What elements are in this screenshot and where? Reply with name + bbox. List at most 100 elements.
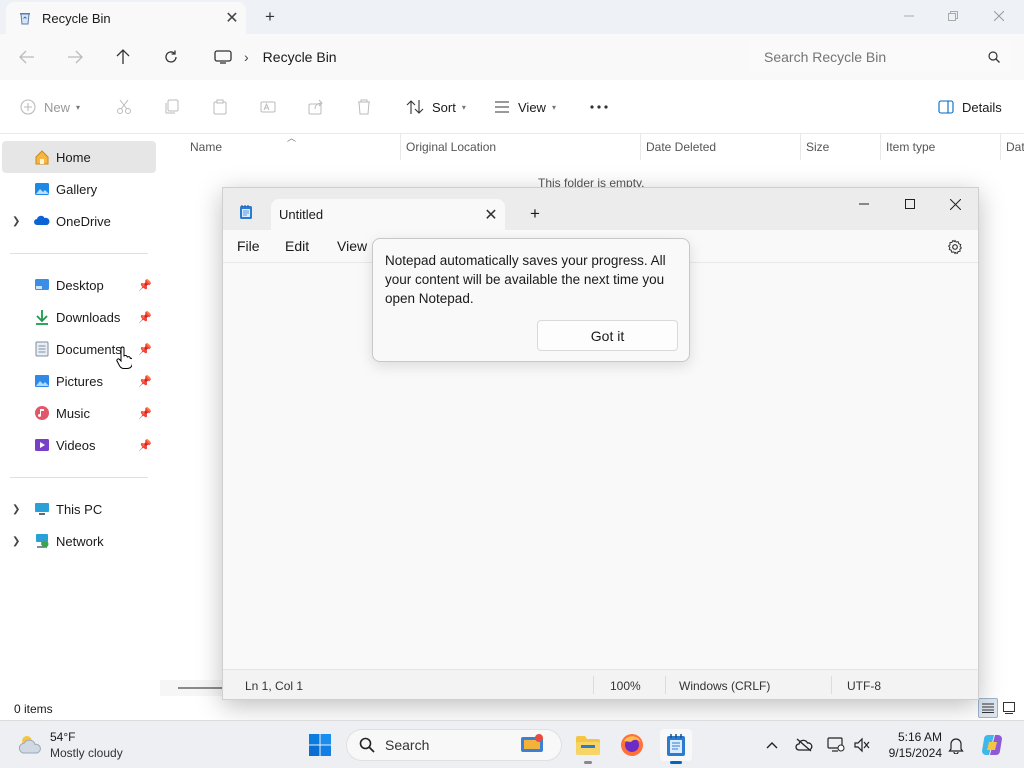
notepad-icon [667,734,685,756]
close-window-button[interactable] [932,190,978,218]
rename-button[interactable] [260,94,276,120]
tray-onedrive[interactable] [794,735,814,755]
minimize-button[interactable] [841,190,887,218]
close-tab-icon[interactable]: ✕ [477,205,505,225]
sidebar-divider [10,477,148,478]
taskbar-search[interactable]: Search [346,729,562,761]
menu-view[interactable]: View [337,238,367,254]
minimize-button[interactable] [886,4,932,28]
explorer-navbar: › Recycle Bin [0,34,1024,80]
tiles-view-button[interactable] [999,698,1019,718]
copilot-icon [982,735,1002,755]
restore-button[interactable] [930,4,976,28]
sidebar-item-downloads[interactable]: Downloads 📌 [2,301,156,333]
pin-icon[interactable]: 📌 [138,439,152,452]
notepad-statusbar: Ln 1, Col 1 100% Windows (CRLF) UTF-8 [223,669,978,699]
sidebar-item-onedrive[interactable]: ❯ OneDrive [2,205,156,237]
column-header-date-deleted[interactable]: Date Deleted [640,134,800,160]
start-button[interactable] [304,729,336,761]
pin-icon[interactable]: 📌 [138,375,152,388]
new-button[interactable]: New ▾ [20,94,80,120]
item-count: 0 items [14,702,53,716]
taskbar-notepad[interactable] [660,729,692,764]
search-input[interactable] [764,49,988,65]
refresh-button[interactable] [157,44,185,70]
sidebar-item-label: Home [56,149,91,165]
weather-temperature[interactable]: 54°F [50,730,75,744]
chevron-right-icon[interactable]: ❯ [12,216,20,227]
cut-button[interactable] [116,94,132,120]
paste-button[interactable] [212,94,228,120]
clock-date[interactable]: 9/15/2024 [884,746,942,760]
maximize-button[interactable] [887,190,933,218]
notifications-button[interactable] [946,735,966,755]
share-button[interactable] [308,94,324,120]
sidebar-item-label: Videos [56,437,96,453]
tray-volume[interactable] [852,735,872,755]
forward-button[interactable] [61,44,89,70]
chevron-right-icon[interactable]: ❯ [12,504,20,515]
sidebar-item-label: Downloads [56,309,121,325]
line-ending[interactable]: Windows (CRLF) [679,679,770,693]
cursor-position: Ln 1, Col 1 [245,679,304,693]
sidebar-item-gallery[interactable]: Gallery [2,173,156,205]
more-options-button[interactable] [590,94,608,120]
settings-button[interactable] [945,237,965,257]
taskbar: 54°F Mostly cloudy Search 5:16 AM 9/15/2… [0,720,1024,768]
weather-description[interactable]: Mostly cloudy [50,746,123,760]
gallery-icon [35,183,49,195]
explorer-tab[interactable]: Recycle Bin ✕ [6,2,246,34]
encoding[interactable]: UTF-8 [847,679,881,693]
search-box[interactable] [748,41,1012,73]
breadcrumb[interactable]: Recycle Bin [263,49,337,65]
notepad-tab[interactable]: Untitled ✕ [271,199,505,230]
new-tab-button[interactable]: + [523,202,547,226]
column-header-date[interactable]: Dat [1000,134,1024,160]
copy-button[interactable] [164,94,180,120]
close-tab-icon[interactable]: ✕ [218,8,246,28]
pin-icon[interactable]: 📌 [138,311,152,324]
close-window-button[interactable] [976,4,1022,28]
sidebar-item-pictures[interactable]: Pictures 📌 [2,365,156,397]
horizontal-scrollbar[interactable] [160,680,222,696]
partly-cloudy-icon[interactable] [16,732,44,756]
taskbar-file-explorer[interactable] [572,729,604,764]
got-it-button[interactable]: Got it [537,320,678,351]
address-bar[interactable]: › Recycle Bin [202,41,738,73]
scrollbar-thumb[interactable] [178,687,222,689]
clock-time[interactable]: 5:16 AM [896,730,942,744]
up-button[interactable] [109,44,137,70]
sidebar-item-this-pc[interactable]: ❯ This PC [2,493,156,525]
details-view-button[interactable] [978,698,998,718]
pin-icon[interactable]: 📌 [138,343,152,356]
copilot-button[interactable] [980,733,1004,757]
column-label: Date Deleted [646,140,717,154]
sidebar-item-desktop[interactable]: Desktop 📌 [2,269,156,301]
sort-button[interactable]: Sort ▾ [406,94,466,120]
sidebar-item-videos[interactable]: Videos 📌 [2,429,156,461]
taskbar-firefox[interactable] [616,729,648,761]
column-header-original-location[interactable]: Original Location [400,134,640,160]
column-header-size[interactable]: Size [800,134,880,160]
sidebar-item-documents[interactable]: Documents 📌 [2,333,156,365]
rename-icon [260,101,276,113]
column-header-item-type[interactable]: Item type [880,134,1000,160]
sidebar-item-network[interactable]: ❯ Network [2,525,156,557]
view-button[interactable]: View ▾ [494,94,556,120]
show-hidden-icons-button[interactable] [762,735,782,755]
sidebar-item-music[interactable]: Music 📌 [2,397,156,429]
pin-icon[interactable]: 📌 [138,279,152,292]
gear-icon [947,239,963,255]
details-pane-button[interactable]: Details [938,94,1002,120]
new-tab-button[interactable]: + [258,6,282,28]
command-bar: New ▾ Sort ▾ View ▾ Details [0,80,1024,134]
menu-edit[interactable]: Edit [285,238,309,254]
pin-icon[interactable]: 📌 [138,407,152,420]
delete-button[interactable] [356,94,372,120]
sidebar-item-home[interactable]: Home [2,141,156,173]
zoom-level[interactable]: 100% [610,679,641,693]
back-button[interactable] [13,44,41,70]
menu-file[interactable]: File [237,238,260,254]
tray-network[interactable] [826,735,846,755]
chevron-right-icon[interactable]: ❯ [12,536,20,547]
